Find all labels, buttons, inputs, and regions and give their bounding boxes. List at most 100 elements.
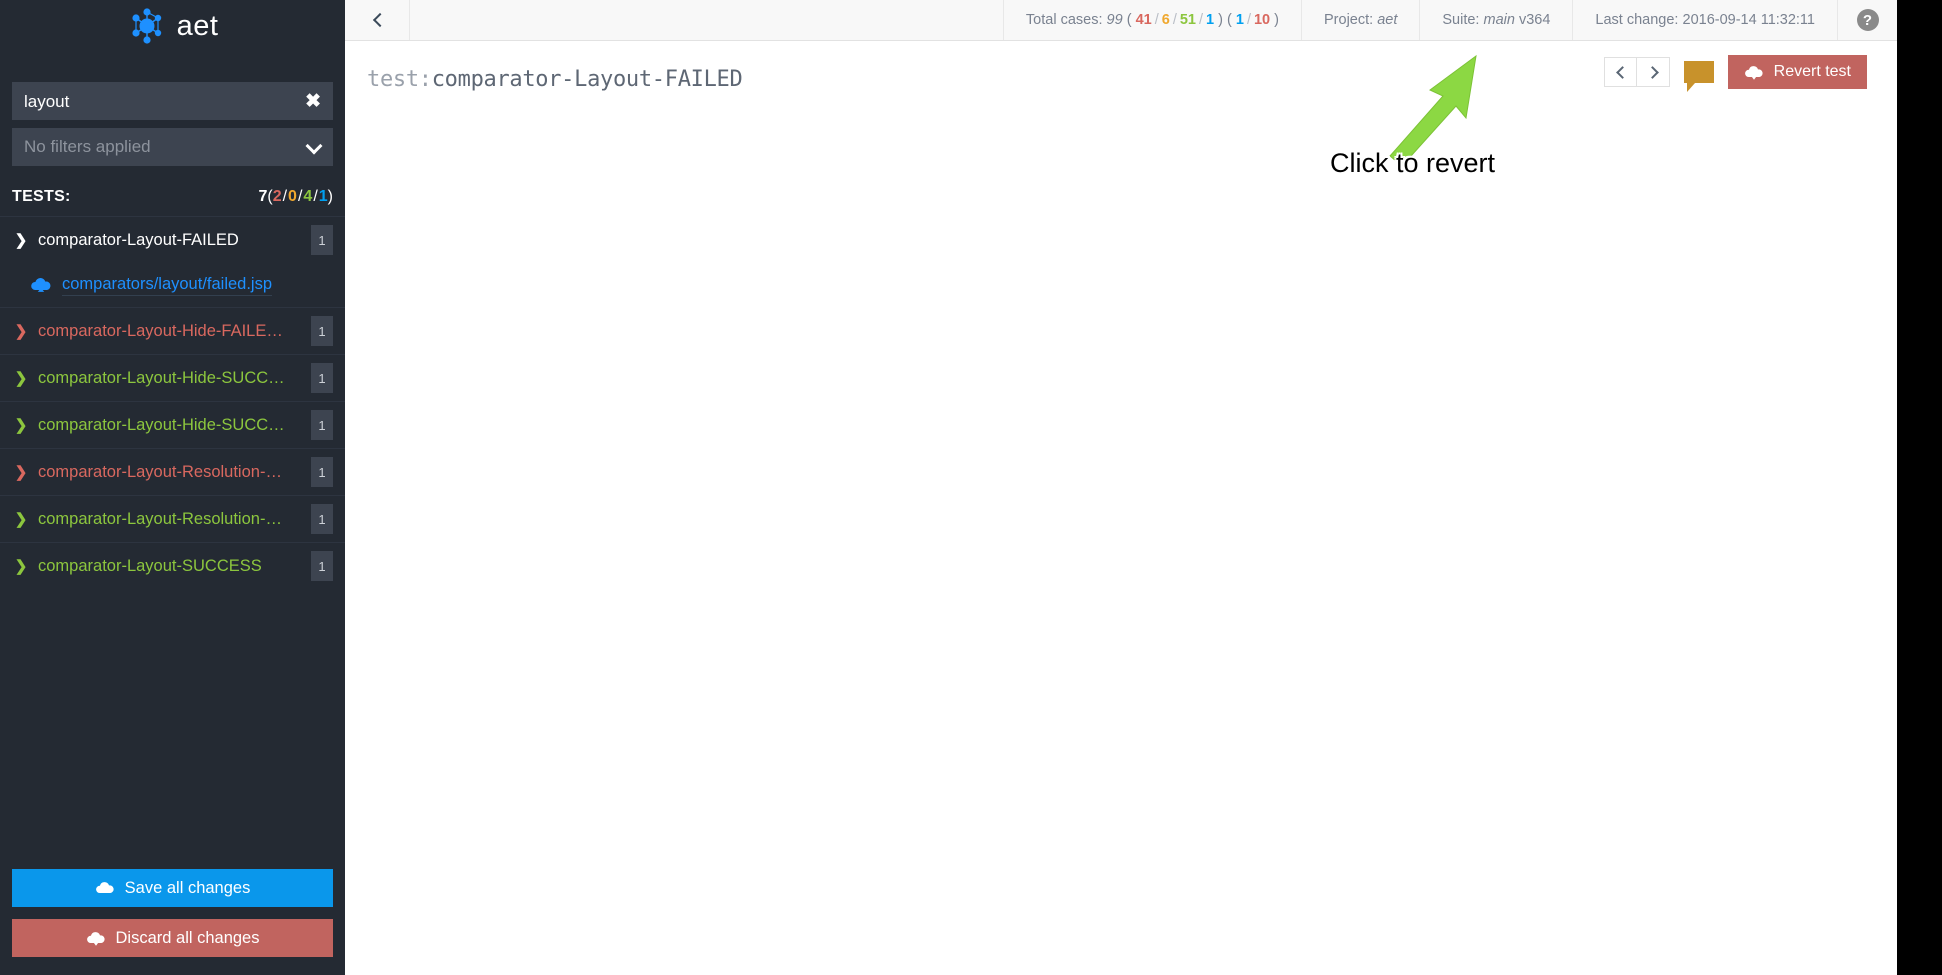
test-count-badge: 1 (311, 225, 333, 255)
chevron-left-icon (371, 14, 383, 26)
cases-failed: 41 (1135, 12, 1152, 28)
test-count-badge: 1 (311, 410, 333, 440)
help-button[interactable]: ? (1837, 0, 1897, 40)
cloud-download-icon (1744, 65, 1763, 80)
chevron-right-icon[interactable]: ❯ (10, 463, 32, 481)
sep3: / (313, 188, 318, 205)
last-change-value: 2016-09-14 11:32:11 (1682, 12, 1816, 28)
suite-cell: Suite: main v364 (1419, 0, 1572, 40)
test-name: comparator-Layout-Resolution-… (38, 462, 282, 481)
test-count-badge: 1 (311, 504, 333, 534)
action-bar: Revert test (1603, 55, 1867, 92)
discard-all-changes-label: Discard all changes (115, 928, 260, 947)
save-all-changes-label: Save all changes (124, 878, 251, 897)
chevron-down-icon (307, 140, 321, 154)
paren-close: ) (327, 188, 333, 205)
cases-rerun-total: 10 (1253, 12, 1271, 28)
test-child-row[interactable]: comparators/layout/failed.jsp (0, 263, 345, 307)
chevron-right-icon (1648, 67, 1658, 77)
test-count-badge: 1 (311, 316, 333, 346)
tests-passed: 4 (303, 188, 313, 205)
test-count-badge: 1 (311, 551, 333, 581)
sidebar-actions: Save all changes Discard all changes (0, 869, 345, 975)
paren-close: ) (1218, 12, 1223, 28)
total-cases-cell: Total cases: 99 ( 41/6/51/1 ) ( 1/10 ) (1002, 0, 1301, 40)
revert-test-label: Revert test (1773, 63, 1851, 80)
test-name: comparator-Layout-Hide-SUCC… (38, 368, 285, 387)
annotation-text: Click to revert (1330, 148, 1496, 178)
filter-label: No filters applied (24, 137, 151, 156)
total-cases-label: Total cases: (1025, 12, 1103, 28)
suite-version: v364 (1518, 12, 1551, 28)
suite-label: Suite: (1442, 12, 1480, 28)
main-content: test:comparator-Layout-FAILED Revert tes… (345, 41, 1897, 975)
chevron-right-icon[interactable]: ❯ (10, 557, 32, 575)
test-row[interactable]: ❯ comparator-Layout-SUCCESS 1 (0, 542, 345, 589)
filter-dropdown[interactable]: No filters applied (12, 128, 333, 166)
collapse-sidebar-button[interactable] (345, 0, 410, 40)
test-row[interactable]: ❯ comparator-Layout-Resolution-… 1 (0, 448, 345, 495)
sidebar: aet layout ✖ No filters applied TESTS: 7… (0, 0, 345, 975)
save-all-changes-button[interactable]: Save all changes (12, 869, 333, 907)
test-row[interactable]: ❯ comparator-Layout-Hide-SUCC… 1 (0, 354, 345, 401)
paren-open: ( (1126, 12, 1132, 28)
chevron-right-icon[interactable]: ❯ (10, 416, 32, 434)
project-cell: Project: aet (1301, 0, 1419, 40)
chevron-left-icon (1615, 67, 1625, 77)
tests-label: TESTS: (12, 188, 71, 205)
test-name: comparator-Layout-SUCCESS (38, 556, 262, 575)
tests-header: TESTS: 7(2/0/4/1) (12, 188, 333, 206)
chevron-right-icon[interactable]: ❯ (10, 510, 32, 528)
next-test-button[interactable] (1636, 57, 1670, 87)
comment-bubble-icon[interactable] (1683, 61, 1714, 92)
cases-warning: 6 (1161, 12, 1170, 28)
page-title-value: comparator-Layout-FAILED (431, 67, 743, 92)
test-name: comparator-Layout-FAILED (38, 230, 239, 249)
test-child-link[interactable]: comparators/layout/failed.jsp (62, 275, 273, 296)
chevron-right-icon[interactable]: ❯ (10, 369, 32, 387)
test-name: comparator-Layout-Resolution-… (38, 509, 282, 528)
test-count-badge: 1 (311, 363, 333, 393)
test-row[interactable]: ❯ comparator-Layout-Hide-FAILE… 1 (0, 307, 345, 354)
last-change-label: Last change: (1595, 12, 1679, 28)
search-row: layout ✖ (12, 82, 333, 120)
previous-test-button[interactable] (1603, 57, 1637, 87)
test-row[interactable]: ❯ comparator-Layout-FAILED 1 (0, 216, 345, 263)
paren-open-2: ( (1227, 12, 1232, 28)
test-row[interactable]: ❯ comparator-Layout-Hide-SUCC… 1 (0, 401, 345, 448)
app-logo[interactable]: aet (0, 0, 345, 52)
top-toolbar: Total cases: 99 ( 41/6/51/1 ) ( 1/10 ) P… (345, 0, 1897, 41)
search-value: layout (24, 91, 70, 111)
tests-warning: 0 (288, 188, 297, 205)
tests-counts: 7(2/0/4/1) (258, 188, 333, 206)
sep3: / (1198, 12, 1204, 28)
last-change-cell: Last change: 2016-09-14 11:32:11 (1572, 0, 1837, 40)
chevron-down-icon[interactable]: ❯ (10, 231, 32, 249)
cloud-download-icon (86, 931, 105, 946)
sep2: / (1172, 12, 1177, 28)
tests-info: 1 (318, 188, 328, 205)
test-count-badge: 1 (311, 457, 333, 487)
test-list: ❯ comparator-Layout-FAILED 1 comparators… (0, 216, 345, 869)
cloud-upload-icon (31, 278, 51, 292)
revert-test-button[interactable]: Revert test (1727, 55, 1867, 89)
page-title: test:comparator-Layout-FAILED (367, 67, 743, 92)
close-x-icon[interactable]: ✖ (305, 92, 321, 111)
page-title-prefix: test: (367, 67, 432, 92)
project-value: aet (1377, 12, 1398, 28)
chevron-right-icon[interactable]: ❯ (10, 322, 32, 340)
discard-all-changes-button[interactable]: Discard all changes (12, 919, 333, 957)
test-row[interactable]: ❯ comparator-Layout-Resolution-… 1 (0, 495, 345, 542)
paren-close-2: ) (1274, 12, 1279, 28)
sep4: / (1246, 12, 1251, 28)
suite-value: main (1483, 12, 1515, 28)
aet-molecule-logo-icon (131, 8, 161, 44)
sep2: / (297, 188, 303, 205)
cloud-upload-icon (95, 881, 114, 893)
test-name: comparator-Layout-Hide-SUCC… (38, 415, 285, 434)
sep1: / (282, 188, 288, 205)
search-input[interactable]: layout ✖ (12, 82, 333, 120)
cases-rerun: 1 (1235, 12, 1244, 28)
application-window: aet layout ✖ No filters applied TESTS: 7… (0, 0, 1897, 975)
